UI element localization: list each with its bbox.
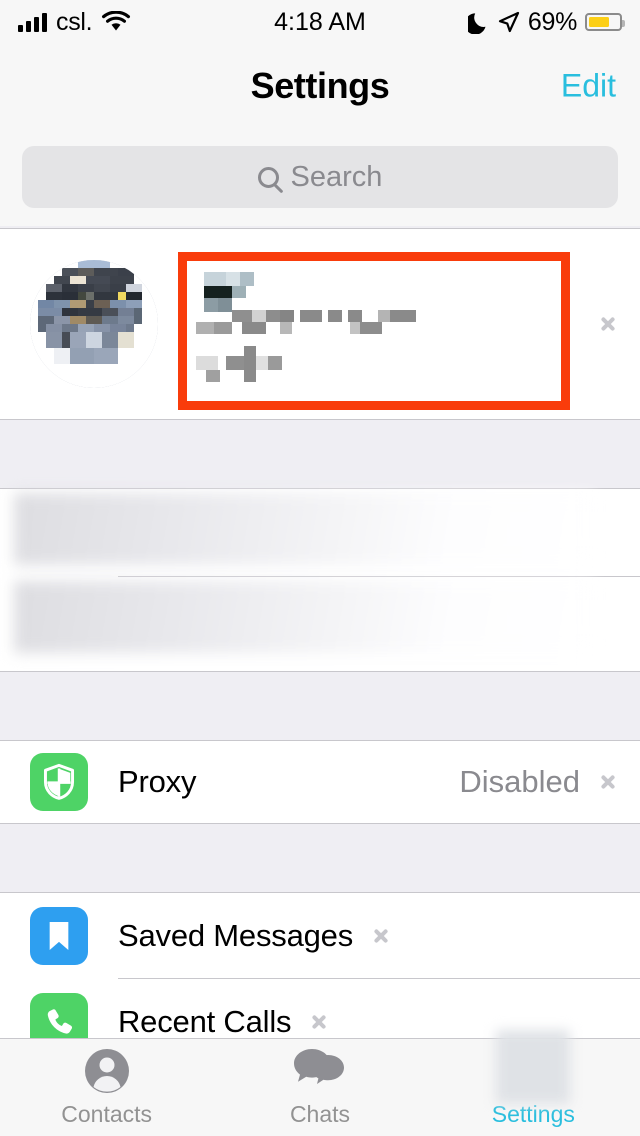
bookmark-icon — [30, 907, 88, 965]
settings-row-saved-messages[interactable]: Saved Messages — [0, 893, 640, 979]
status-bar-right: 69% — [366, 7, 626, 37]
list-item[interactable] — [0, 577, 640, 671]
carrier-label: csl. — [56, 7, 93, 36]
avatar-pixelated-image — [30, 260, 158, 388]
row-label: Saved Messages — [118, 918, 353, 953]
signal-bars-icon — [18, 12, 47, 32]
tab-label-chats: Chats — [289, 1101, 351, 1127]
moon-icon — [467, 13, 486, 34]
phone-icon-glyph — [47, 1009, 73, 1034]
chevron-right-icon — [600, 768, 616, 796]
clock-label: 4:18 AM — [274, 7, 366, 36]
section-gap-3 — [0, 824, 640, 892]
row-label: Recent Calls — [118, 1004, 292, 1039]
gear-icon — [496, 1030, 571, 1104]
bookmark-icon-glyph — [49, 922, 69, 950]
redacted-tab-icon — [496, 1030, 571, 1104]
proxy-group: Proxy Disabled — [0, 740, 640, 824]
annotation-highlight-box — [178, 252, 570, 410]
chevron-right-icon — [373, 922, 389, 950]
battery-icon — [585, 13, 626, 31]
status-bar: csl. 4:18 AM 69% — [0, 0, 640, 44]
tab-contacts[interactable]: Contacts — [0, 1047, 213, 1128]
page-title: Settings — [250, 65, 390, 106]
search-icon — [257, 166, 279, 188]
shield-icon-glyph — [43, 763, 75, 800]
redacted-group — [0, 488, 640, 672]
location-arrow-icon — [498, 11, 519, 33]
row-label: Proxy — [118, 764, 197, 799]
row-value: Disabled — [459, 764, 580, 799]
tab-label-settings: Settings — [491, 1101, 575, 1127]
tab-label-contacts: Contacts — [61, 1101, 153, 1127]
tab-chats[interactable]: Chats — [213, 1047, 426, 1128]
tab-bar: Contacts Chats Settings — [0, 1030, 640, 1136]
wifi-icon — [102, 11, 131, 31]
navigation-bar: Settings Edit — [0, 44, 640, 128]
shield-icon — [30, 753, 88, 811]
search-bar-container: Search — [0, 128, 640, 226]
messages-group: Saved Messages Recent Calls — [0, 892, 640, 1052]
search-placeholder: Search — [290, 160, 383, 193]
redacted-content — [14, 581, 594, 653]
person-icon — [83, 1047, 131, 1095]
section-gap-2 — [0, 672, 640, 740]
chevron-right-icon — [311, 1008, 327, 1036]
battery-percent-label: 69% — [527, 7, 578, 36]
search-input[interactable]: Search — [22, 146, 618, 208]
status-bar-left: csl. — [18, 8, 274, 37]
chat-bubbles-icon — [293, 1047, 346, 1095]
list-item[interactable] — [0, 489, 640, 577]
avatar — [30, 260, 158, 388]
redacted-content — [14, 493, 594, 565]
edit-button[interactable]: Edit — [561, 68, 616, 105]
section-gap-1 — [0, 420, 640, 488]
settings-row-proxy[interactable]: Proxy Disabled — [0, 741, 640, 823]
chevron-right-icon — [600, 310, 616, 338]
tab-settings[interactable]: Settings — [427, 1030, 640, 1128]
app-screen: csl. 4:18 AM 69% Settings Edit Search Pr… — [0, 0, 640, 1136]
status-bar-center: 4:18 AM — [274, 8, 366, 37]
